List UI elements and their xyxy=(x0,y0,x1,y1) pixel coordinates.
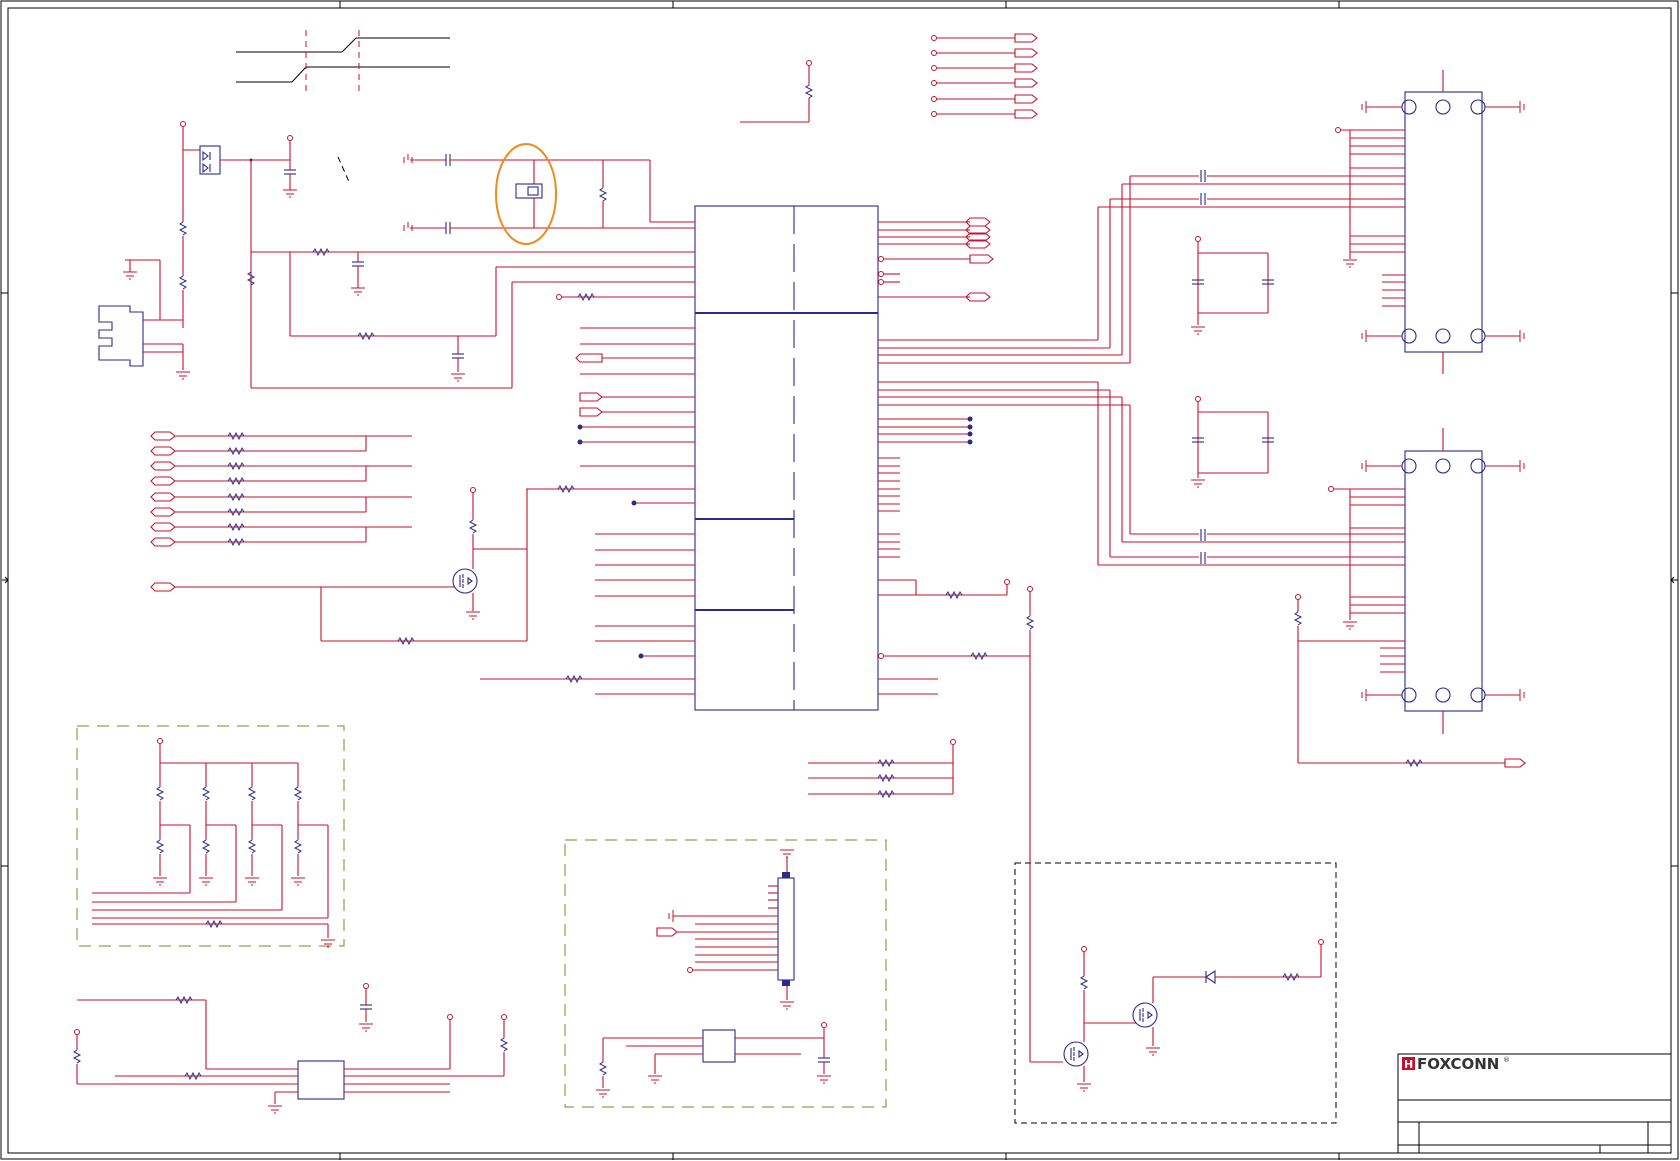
resistor-array-left xyxy=(150,431,412,547)
power-connector xyxy=(98,259,190,380)
crystal-region xyxy=(403,143,695,245)
drawing-frame xyxy=(0,0,1679,1160)
offpage-connector-group-top xyxy=(931,33,1038,119)
header-connector-group xyxy=(564,839,887,1108)
strap-resistor-group xyxy=(76,725,345,948)
pullup-resistor-top xyxy=(740,60,814,123)
led-driver-group xyxy=(1014,586,1337,1124)
main-ic xyxy=(694,205,879,711)
schematic-canvas: H FOXCONN ® xyxy=(0,0,1679,1160)
registered-mark: ® xyxy=(1503,1056,1510,1064)
bottom-left-ic xyxy=(72,983,509,1114)
power-diode-block xyxy=(178,121,297,388)
title-block: H FOXCONN ® xyxy=(1397,1053,1672,1154)
rj-connector-upper xyxy=(1097,70,1525,374)
annotation-dash xyxy=(337,156,351,185)
highlight-ellipse xyxy=(495,143,557,245)
foxconn-logo: H FOXCONN ® xyxy=(1402,1055,1510,1073)
ic-right-pins xyxy=(878,217,1130,695)
decoupling-caps xyxy=(1191,236,1274,488)
resistor-trio xyxy=(808,739,956,799)
logo-mark: H xyxy=(1404,1058,1413,1071)
rc-network xyxy=(251,247,695,389)
brand-name: FOXCONN xyxy=(1417,1055,1499,1073)
bus-crossover xyxy=(236,30,450,94)
rj-connector-lower xyxy=(1097,382,1526,768)
mosfet-switch-left xyxy=(150,487,528,646)
